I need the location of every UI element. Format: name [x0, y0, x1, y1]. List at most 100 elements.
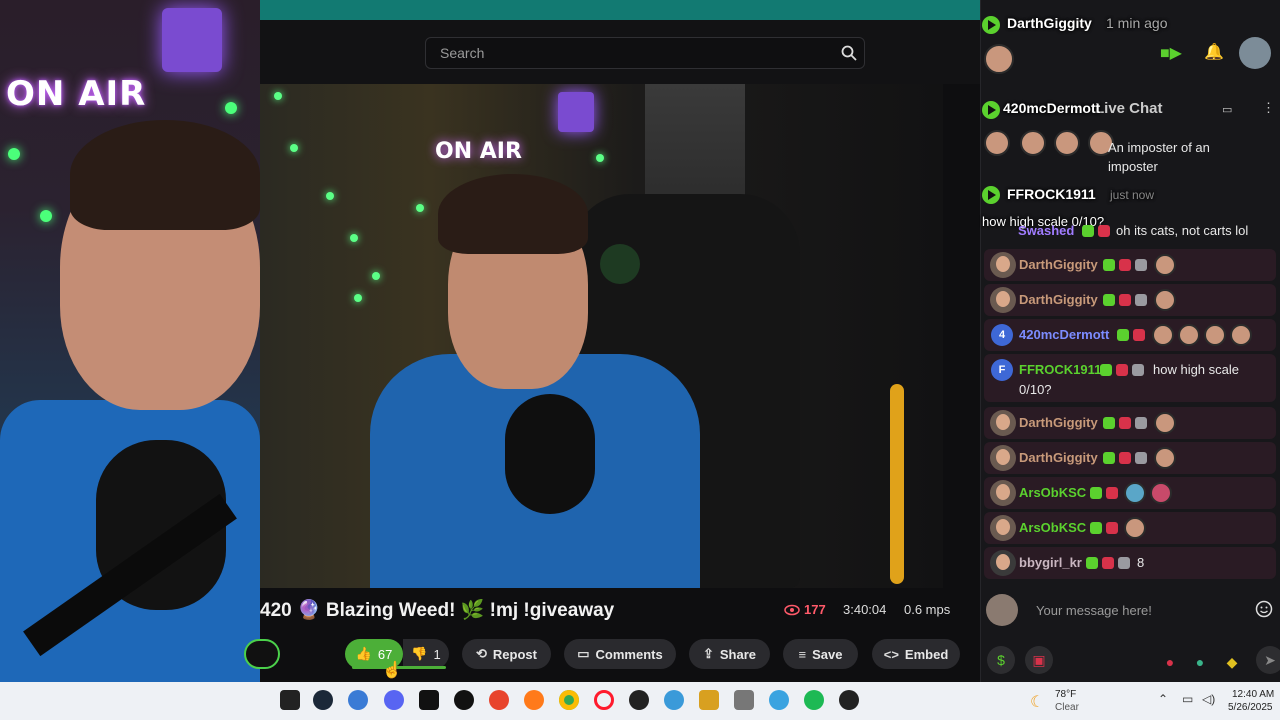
badge-icon — [1103, 452, 1115, 464]
app-icon[interactable] — [348, 690, 368, 710]
light-stand — [890, 384, 904, 584]
badge-icon — [1135, 417, 1147, 429]
thumbs-up-icon: 👍 — [355, 646, 372, 661]
avatar[interactable] — [990, 287, 1016, 313]
video-camera-icon[interactable]: ■▶ — [1160, 43, 1182, 63]
search-input[interactable] — [425, 37, 865, 69]
emote-shortcut-icon[interactable]: ● — [1156, 648, 1184, 676]
search-icon[interactable] — [840, 44, 858, 62]
embed-button[interactable]: <> Embed — [872, 639, 960, 669]
firefox-icon[interactable] — [524, 690, 544, 710]
light-dot — [274, 92, 282, 100]
app-icon[interactable] — [489, 690, 509, 710]
camera-icon[interactable] — [734, 690, 754, 710]
emote-icon — [1154, 447, 1176, 469]
light-dot — [354, 294, 362, 302]
badge-icon — [1119, 417, 1131, 429]
clock-date[interactable]: 5/26/2025 — [1228, 702, 1273, 713]
badge-icon — [1090, 487, 1102, 499]
app-icon[interactable] — [419, 690, 439, 710]
avatar[interactable]: 4 — [991, 324, 1013, 346]
emote-icon — [984, 44, 1014, 74]
volume-icon[interactable]: ◁) — [1202, 692, 1215, 706]
badge-icon — [1102, 557, 1114, 569]
emote-icon — [1178, 324, 1200, 346]
chat-username[interactable]: DarthGiggity — [1019, 292, 1098, 307]
emote-icon — [984, 130, 1010, 156]
chat-username[interactable]: FFROCK1911 — [1019, 362, 1101, 377]
comment-icon: ▭ — [577, 646, 590, 661]
avatar[interactable] — [990, 515, 1016, 541]
notification-user: 420mcDermott — [1003, 100, 1101, 116]
streamer-hair — [70, 120, 260, 230]
gift-icon[interactable]: ▣ — [1025, 646, 1053, 674]
on-air-sign: ON AIR — [6, 74, 147, 114]
mouse-cursor-icon: ☝ — [382, 662, 402, 679]
notification-time: 1 min ago — [1106, 15, 1168, 31]
emoji-icon[interactable] — [1255, 600, 1273, 618]
app-icon[interactable] — [629, 690, 649, 710]
emote-icon — [1154, 254, 1176, 276]
save-button[interactable]: ≡ Save — [783, 639, 858, 669]
steam-icon[interactable] — [313, 690, 333, 710]
follow-toggle-button[interactable] — [244, 639, 280, 669]
badge-icon — [1106, 522, 1118, 534]
emote-icon — [1230, 324, 1252, 346]
clock-time[interactable]: 12:40 AM — [1232, 689, 1274, 700]
chat-input[interactable]: Your message here! — [1036, 603, 1152, 618]
embed-label: Embed — [904, 646, 949, 662]
avatar[interactable] — [990, 445, 1016, 471]
app-icon[interactable] — [699, 690, 719, 710]
opera-icon[interactable] — [594, 690, 614, 710]
avatar[interactable] — [990, 410, 1016, 436]
chat-username[interactable]: 420mcDermott — [1019, 327, 1109, 342]
send-icon[interactable]: ➤ — [1256, 646, 1280, 674]
video-player[interactable]: ON AIR — [260, 84, 943, 588]
light-dot — [40, 210, 52, 222]
chat-username[interactable]: DarthGiggity — [1019, 415, 1098, 430]
emote-shortcut-icon[interactable]: ◆ — [1218, 648, 1246, 676]
search-placeholder: Search — [440, 45, 485, 61]
spotify-icon[interactable] — [804, 690, 824, 710]
repost-button[interactable]: ⟲ Repost — [462, 639, 551, 669]
network-icon[interactable]: ▭ — [1182, 692, 1193, 706]
emote-shortcut-icon[interactable]: ● — [1186, 648, 1214, 676]
avatar[interactable] — [990, 480, 1016, 506]
chrome-icon[interactable] — [559, 690, 579, 710]
chevron-up-icon[interactable]: ⌃ — [1158, 692, 1168, 706]
moon-icon: ☾ — [1030, 694, 1045, 711]
streamer-hair — [438, 174, 588, 254]
light-dot — [596, 154, 604, 162]
discord-icon[interactable] — [384, 690, 404, 710]
avatar[interactable] — [1239, 37, 1271, 69]
notification-message: An imposter of an imposter — [1108, 140, 1210, 174]
badge-icon — [1119, 259, 1131, 271]
chat-username[interactable]: ArsObKSC — [1019, 520, 1086, 535]
app-icon[interactable] — [664, 690, 684, 710]
avatar[interactable] — [990, 252, 1016, 278]
light-dot — [416, 204, 424, 212]
app-icon[interactable] — [454, 690, 474, 710]
dislike-button[interactable]: 👎 1 — [403, 639, 449, 669]
chat-username[interactable]: bbygirl_kr — [1019, 555, 1082, 570]
light-dot — [225, 102, 237, 114]
chat-username[interactable]: Swashed — [1018, 223, 1074, 238]
epic-games-icon[interactable] — [280, 690, 300, 710]
more-options-icon[interactable]: ⋮ — [1262, 100, 1275, 116]
chat-username[interactable]: ArsObKSC — [1019, 485, 1086, 500]
avatar[interactable]: F — [991, 359, 1013, 381]
media-player-icon[interactable] — [839, 690, 859, 710]
share-button[interactable]: ⇪ Share — [689, 639, 770, 669]
avatar[interactable] — [990, 550, 1016, 576]
badge-icon — [1106, 487, 1118, 499]
popout-icon[interactable]: ▭ — [1222, 103, 1232, 116]
app-icon[interactable] — [769, 690, 789, 710]
chat-username[interactable]: DarthGiggity — [1019, 257, 1098, 272]
notification-time: just now — [1110, 188, 1155, 202]
comments-button[interactable]: ▭ Comments — [564, 639, 676, 669]
play-icon — [982, 186, 1000, 204]
dollar-icon[interactable]: $ — [987, 646, 1015, 674]
chat-username[interactable]: DarthGiggity — [1019, 450, 1098, 465]
share-label: Share — [719, 646, 757, 662]
bell-icon[interactable]: 🔔 — [1204, 42, 1224, 62]
